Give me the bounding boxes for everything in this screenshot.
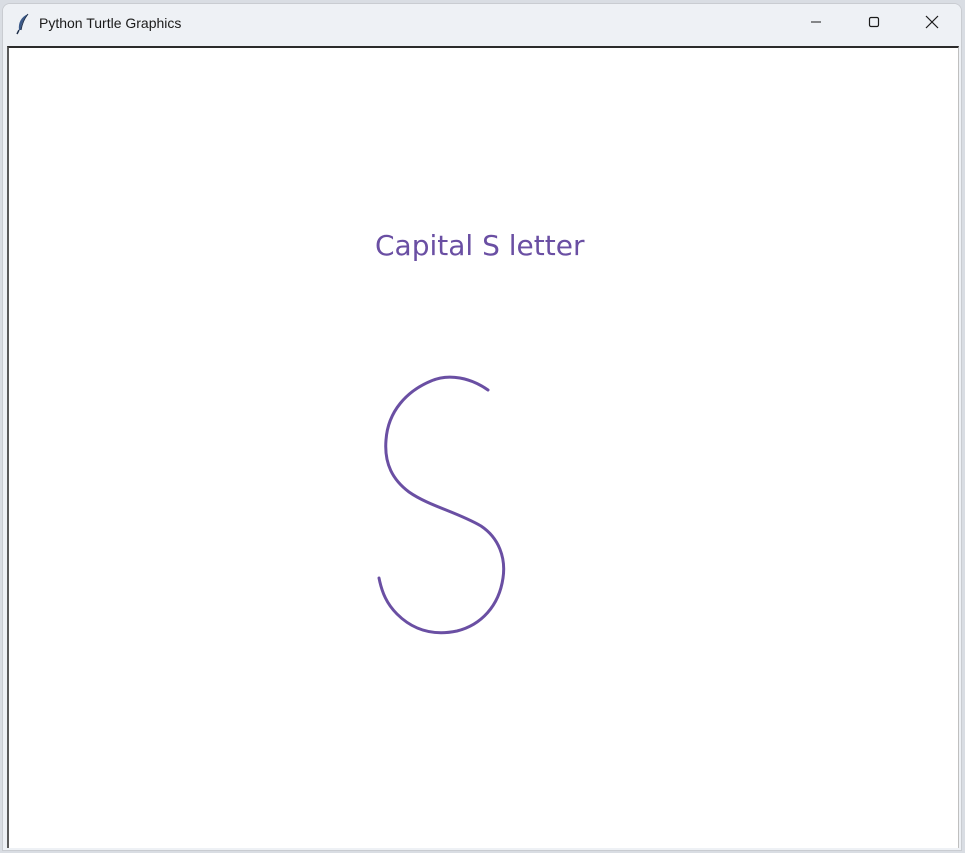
window-title: Python Turtle Graphics — [39, 15, 182, 31]
maximize-icon — [868, 15, 880, 33]
feather-icon — [15, 13, 31, 35]
title-bar[interactable]: Python Turtle Graphics — [3, 4, 961, 44]
canvas-label-text: Capital S letter — [375, 229, 585, 262]
maximize-button[interactable] — [845, 4, 903, 44]
turtle-canvas[interactable]: Capital S letter — [7, 46, 959, 848]
turtle-window: Python Turtle Graphics Capital S letter — [2, 3, 962, 851]
close-button[interactable] — [903, 4, 961, 44]
minimize-button[interactable] — [787, 4, 845, 44]
drawing-surface — [377, 375, 506, 635]
minimize-icon — [810, 15, 822, 33]
close-icon — [925, 15, 939, 34]
letter-s-stroke — [377, 375, 506, 635]
